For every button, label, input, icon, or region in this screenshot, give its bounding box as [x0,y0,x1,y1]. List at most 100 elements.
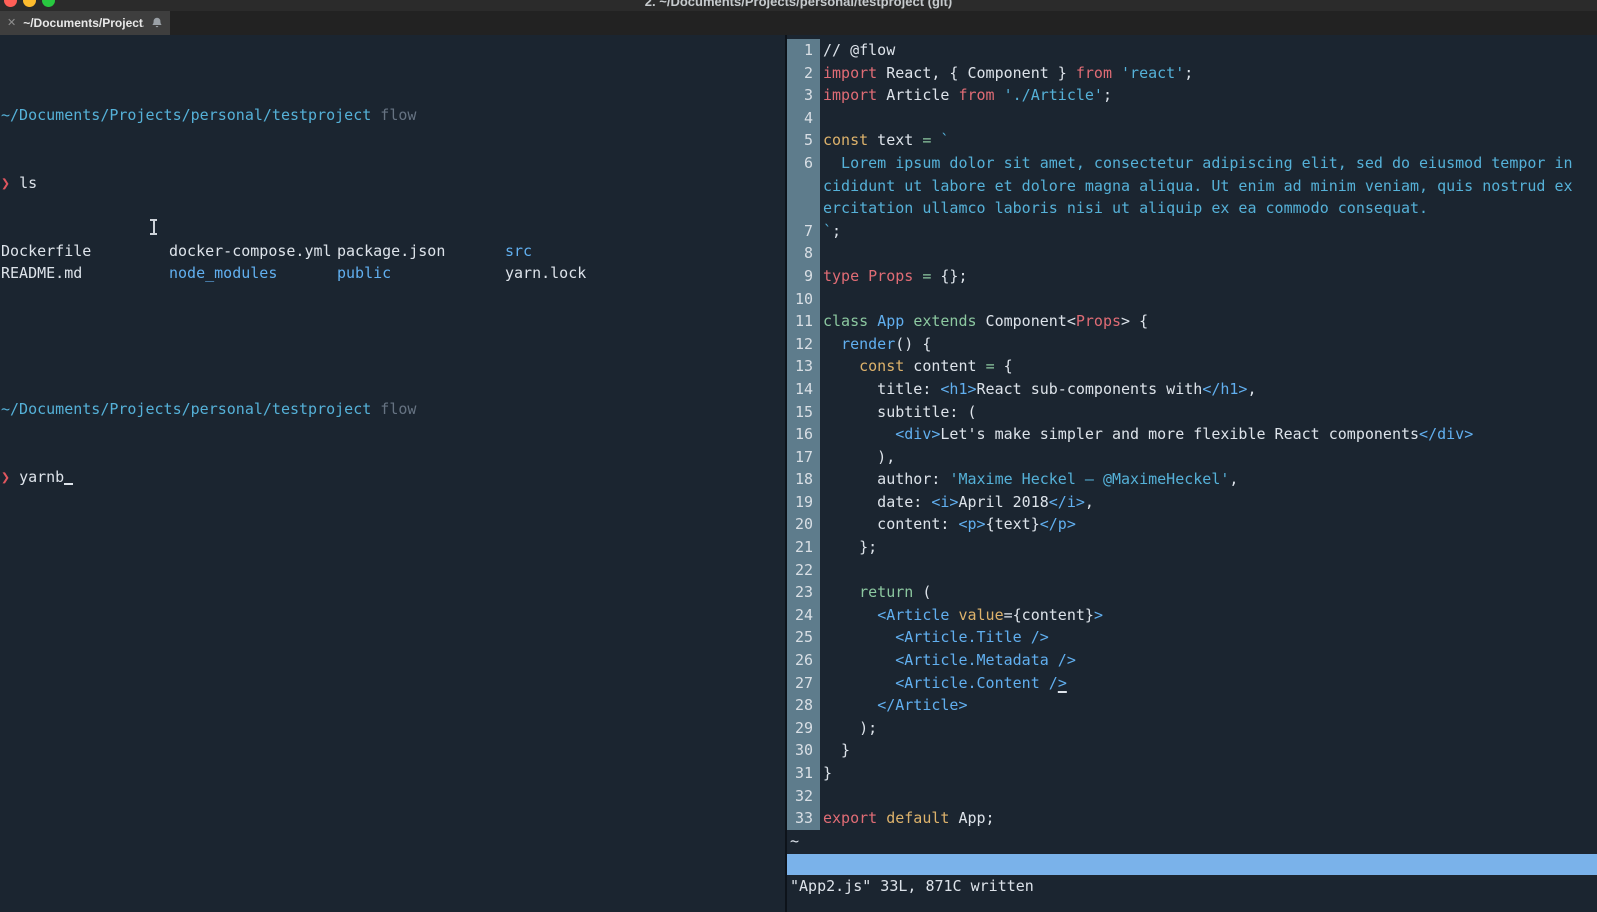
code-line: ercitation ullamco laboris nisi ut aliqu… [787,197,1597,220]
terminal-cursor [64,470,73,485]
line-number: 14 [787,378,820,401]
code-line: 1// @flow [787,39,1597,62]
ls-file: README.md [1,262,169,285]
line-number: 2 [787,62,820,85]
line-number: 19 [787,491,820,514]
code-line: 14 title: <h1>React sub-components with<… [787,378,1597,401]
ls-file: docker-compose.yml [169,240,337,263]
line-number: 23 [787,581,820,604]
code-line: 3import Article from './Article'; [787,84,1597,107]
code-line: 11class App extends Component<Props> { [787,310,1597,333]
split-panes: ~/Documents/Projects/personal/testprojec… [0,35,1597,912]
line-number: 21 [787,536,820,559]
line-number: 10 [787,288,820,311]
code-line: 29 ); [787,717,1597,740]
line-number: 16 [787,423,820,446]
shell-input-line[interactable]: ❯ yarnb [1,466,785,489]
shell-path-line: ~/Documents/Projects/personal/testprojec… [1,398,785,421]
code-line: 20 content: <p>{text}</p> [787,513,1597,536]
shell-path-line: ~/Documents/Projects/personal/testprojec… [1,104,785,127]
shell-pane[interactable]: ~/Documents/Projects/personal/testprojec… [0,35,785,912]
blank-line [1,330,785,353]
ls-file: yarn.lock [505,262,785,285]
code-line: 32 [787,785,1597,808]
window-title: 2. ~/Documents/Projects/personal/testpro… [0,0,1597,9]
line-number: 6 [787,152,820,175]
code-line: 8 [787,242,1597,265]
tab-bar: ✕ ~/Documents/Project... [0,11,1597,35]
code-line: cididunt ut labore et dolore magna aliqu… [787,175,1597,198]
ls-output: Dockerfiledocker-compose.ymlpackage.json… [1,240,785,285]
line-number [787,175,820,198]
line-number: 24 [787,604,820,627]
code-line: 31} [787,762,1597,785]
code-line: 17 ), [787,446,1597,469]
line-number: 8 [787,242,820,265]
line-number: 32 [787,785,820,808]
git-branch-label: flow [371,400,416,418]
vim-empty-line: ~ [787,830,1597,853]
code-line: 7`; [787,220,1597,243]
code-line: 2import React, { Component } from 'react… [787,62,1597,85]
titlebar: 2. ~/Documents/Projects/personal/testpro… [0,0,1597,11]
code-line: 27 <Article.Content /> [787,672,1597,695]
command-text: ls [19,174,37,192]
line-number: 25 [787,626,820,649]
prompt-symbol: ❯ [1,468,10,486]
line-number: 3 [787,84,820,107]
line-number: 5 [787,129,820,152]
line-number: 7 [787,220,820,243]
line-number [787,197,820,220]
code-line: 13 const content = { [787,355,1597,378]
ls-directory: src [505,240,785,263]
code-line: 10 [787,288,1597,311]
code-line: 21 }; [787,536,1597,559]
cwd-path: ~/Documents/Projects/personal/testprojec… [1,400,371,418]
prompt-symbol: ❯ [1,174,10,192]
ls-file: package.json [337,240,505,263]
code-line: 25 <Article.Title /> [787,626,1597,649]
ls-directory: node_modules [169,262,337,285]
typed-command: yarnb [19,468,64,486]
vim-statusline [787,854,1597,875]
mouse-ibeam-cursor [149,219,158,235]
line-number: 4 [787,107,820,130]
line-number: 1 [787,39,820,62]
code-line: 30 } [787,739,1597,762]
tab-documents-project[interactable]: ✕ ~/Documents/Project... [0,11,170,35]
tab-label: ~/Documents/Project... [23,16,144,30]
git-branch-label: flow [371,106,416,124]
cwd-path: ~/Documents/Projects/personal/testprojec… [1,106,371,124]
vim-pane[interactable]: 1// @flow2import React, { Component } fr… [785,35,1597,912]
code-line: 18 author: 'Maxime Heckel — @MaximeHecke… [787,468,1597,491]
line-number: 15 [787,401,820,424]
line-number: 22 [787,559,820,582]
code-line: 4 [787,107,1597,130]
line-number: 27 [787,672,820,695]
line-number: 28 [787,694,820,717]
line-number: 20 [787,513,820,536]
code-line: 24 <Article value={content}> [787,604,1597,627]
line-number: 31 [787,762,820,785]
vim-cursor: > [1058,674,1067,692]
code-line: 5const text = ` [787,129,1597,152]
code-line: 19 date: <i>April 2018</i>, [787,491,1597,514]
code-line: 28 </Article> [787,694,1597,717]
code-line: 33export default App; [787,807,1597,830]
code-line: 15 subtitle: ( [787,401,1597,424]
line-number: 18 [787,468,820,491]
line-number: 17 [787,446,820,469]
shell-command-line: ❯ ls [1,172,785,195]
ls-directory: public [337,262,505,285]
code-line: 23 return ( [787,581,1597,604]
code-line: 12 render() { [787,333,1597,356]
tab-close-icon[interactable]: ✕ [7,18,16,29]
ls-file: Dockerfile [1,240,169,263]
code-line: 9type Props = {}; [787,265,1597,288]
editor-lines: 1// @flow2import React, { Component } fr… [787,39,1597,830]
line-number: 11 [787,310,820,333]
bell-icon [151,17,163,29]
line-number: 26 [787,649,820,672]
code-line: 16 <div>Let's make simpler and more flex… [787,423,1597,446]
code-line: 26 <Article.Metadata /> [787,649,1597,672]
